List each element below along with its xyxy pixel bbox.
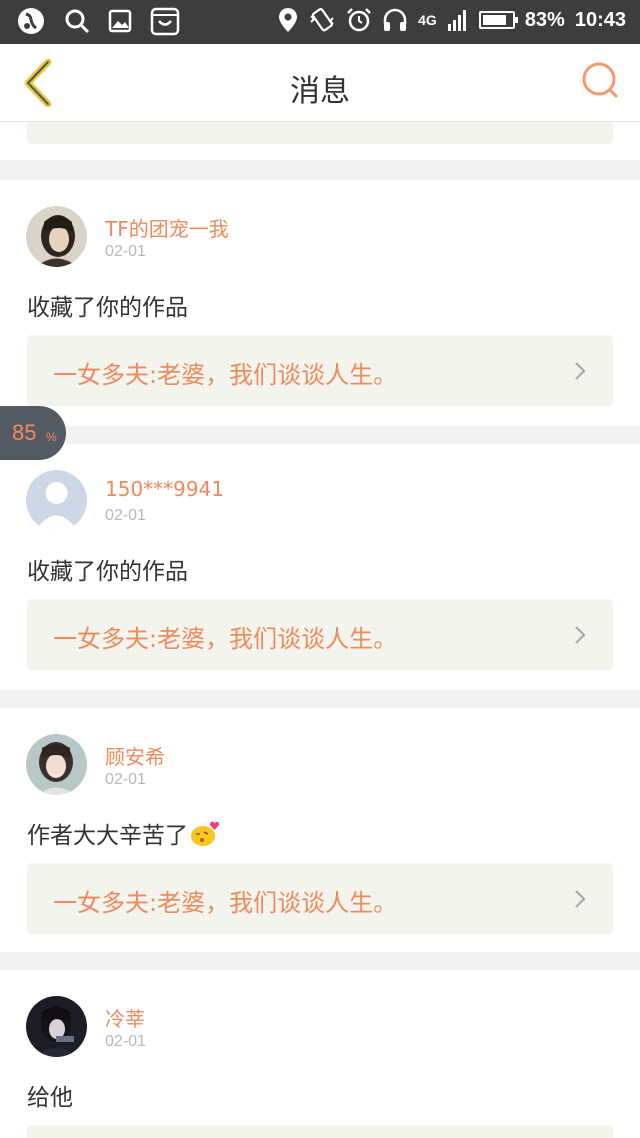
alarm-icon: [347, 8, 372, 32]
avatar[interactable]: [26, 996, 87, 1057]
shop-bag-icon: [150, 7, 180, 36]
clock: 10:43: [574, 8, 626, 31]
avatar[interactable]: [26, 734, 87, 795]
badge-value: 85: [12, 420, 37, 445]
username[interactable]: 冷莘: [105, 1003, 145, 1032]
avatar[interactable]: [26, 470, 87, 531]
work-link-partial[interactable]: [27, 122, 613, 144]
work-title: 一女多夫:老婆，我们谈谈人生。: [53, 625, 398, 653]
search-icon: [65, 9, 90, 34]
page-title: 消息: [290, 74, 350, 109]
navigation-bar: 消息: [0, 44, 640, 122]
message-card: 顾安希 02-01 作者大大辛苦了 一女多夫:老婆，我们谈谈人生。: [0, 708, 640, 952]
message-card: TF的团宠一我 02-01 收藏了你的作品 一女多夫:老婆，我们谈谈人生。: [0, 180, 640, 426]
message-date: 02-01: [105, 771, 146, 788]
username[interactable]: 150***9941: [105, 477, 224, 501]
battery-percent: 83%: [524, 8, 565, 31]
battery-icon: [478, 11, 518, 29]
message-date: 02-01: [105, 243, 146, 260]
chevron-right-icon: [575, 626, 586, 644]
message-date: 02-01: [105, 507, 146, 524]
image-icon: [108, 9, 132, 33]
message-card: 冷莘 02-01 给他: [0, 970, 640, 1138]
app-logo-icon: [18, 8, 44, 34]
message-card: 150***9941 02-01 收藏了你的作品 一女多夫:老婆，我们谈谈人生。: [0, 444, 640, 690]
message-action: 收藏了你的作品: [27, 559, 188, 585]
badge-unit: %: [46, 430, 57, 444]
network-type: 4G: [418, 12, 437, 28]
headphones-icon: [383, 8, 407, 31]
kiss-emoji-icon: [191, 821, 220, 846]
work-link[interactable]: 一女多夫:老婆，我们谈谈人生。: [27, 599, 613, 670]
status-bar: 4G 83% 10:43: [0, 0, 640, 44]
message-action: 作者大大辛苦了: [27, 823, 188, 849]
vibrate-icon: [310, 8, 334, 32]
avatar[interactable]: [26, 206, 87, 267]
signal-icon: [447, 10, 466, 31]
floating-progress-badge[interactable]: 85 %: [0, 406, 66, 460]
search-button[interactable]: [580, 60, 626, 106]
message-card-partial: [0, 122, 640, 160]
work-link-partial[interactable]: [27, 1125, 613, 1138]
work-title: 一女多夫:老婆，我们谈谈人生。: [53, 361, 398, 389]
chevron-right-icon: [575, 890, 586, 908]
work-link[interactable]: 一女多夫:老婆，我们谈谈人生。: [27, 863, 613, 934]
work-link[interactable]: 一女多夫:老婆，我们谈谈人生。: [27, 335, 613, 406]
location-icon: [279, 8, 298, 32]
message-action: 收藏了你的作品: [27, 295, 188, 321]
username[interactable]: 顾安希: [105, 741, 165, 770]
message-action-row: 作者大大辛苦了: [27, 816, 220, 850]
message-action: 给他: [27, 1085, 73, 1111]
message-date: 02-01: [105, 1033, 146, 1050]
work-title: 一女多夫:老婆，我们谈谈人生。: [53, 889, 398, 917]
search-icon: [582, 62, 618, 98]
chevron-right-icon: [575, 362, 586, 380]
username[interactable]: TF的团宠一我: [105, 213, 229, 242]
